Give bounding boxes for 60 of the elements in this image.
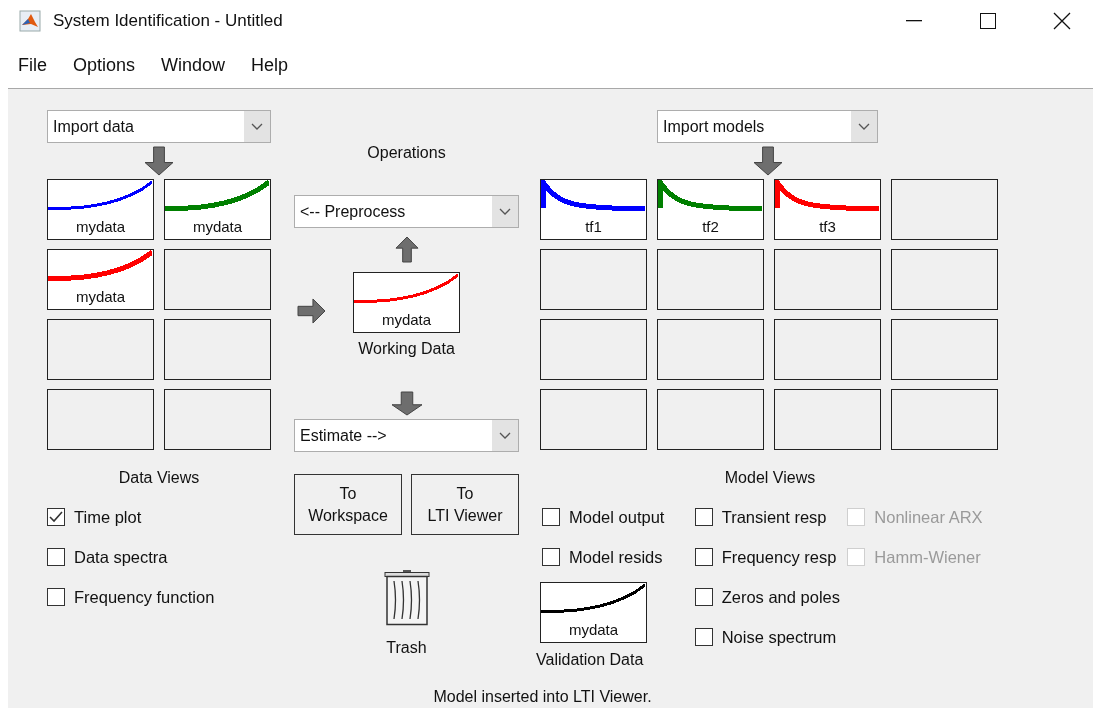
checkbox[interactable] (47, 508, 65, 526)
caret-icon (499, 208, 511, 215)
app-icon (19, 10, 41, 32)
model-tile[interactable]: tf1 (540, 179, 647, 240)
caret-icon (251, 123, 263, 130)
checkbox-label: Frequency function (74, 587, 215, 607)
checkbox-label: Data spectra (74, 547, 168, 567)
model-tile[interactable]: tf2 (657, 179, 764, 240)
trash-label: Trash (386, 639, 427, 657)
action-button[interactable]: To LTI Viewer (411, 474, 519, 535)
checkbox-label: Transient resp (721, 507, 827, 527)
section-label: Data Views (117, 468, 201, 488)
checkbox[interactable] (694, 588, 713, 606)
action-button[interactable]: To Workspace (294, 474, 402, 535)
maximize-icon[interactable] (980, 13, 996, 29)
caption: Working Data (358, 340, 455, 358)
checkbox[interactable] (694, 508, 713, 526)
checkbox-label: Frequency resp (721, 547, 837, 567)
arrow-down-icon (390, 391, 423, 416)
dropdown[interactable]: Import data (47, 110, 271, 143)
checkbox-label: Nonlinear ARX (874, 507, 983, 527)
trash-icon[interactable] (383, 569, 430, 626)
dropdown[interactable]: <-- Preprocess (294, 195, 519, 228)
data-tile[interactable]: mydata (47, 179, 154, 240)
checkbox[interactable] (47, 548, 65, 566)
checkbox[interactable] (694, 548, 713, 566)
data-tile[interactable]: mydata (47, 249, 154, 310)
model-tile[interactable]: tf3 (774, 179, 881, 240)
arrow-up-icon (394, 236, 419, 263)
checkbox-label: Model output (569, 507, 665, 527)
checkbox-label: Zeros and poles (721, 587, 840, 607)
menu-item[interactable]: File (10, 54, 55, 76)
arrow-down-icon (144, 146, 174, 176)
caret-icon (858, 123, 870, 130)
menu-item[interactable]: Options (65, 54, 144, 76)
checkbox[interactable] (47, 588, 65, 606)
checkbox[interactable] (694, 628, 713, 646)
caption: Validation Data (536, 651, 645, 669)
menu-item[interactable]: Window (153, 54, 234, 76)
window-title: System Identification - Untitled (53, 11, 284, 31)
checkbox[interactable] (542, 508, 560, 526)
status-message: Model inserted into LTI Viewer. (432, 688, 653, 706)
data-tile[interactable]: mydata (540, 582, 647, 643)
caret-icon (499, 432, 511, 439)
section-label: Operations (367, 143, 446, 163)
menu-item[interactable]: Help (243, 54, 297, 76)
checkbox-label: Time plot (74, 507, 142, 527)
checkbox-label: Noise spectrum (721, 627, 837, 647)
arrow-right-icon (297, 297, 326, 324)
dropdown[interactable]: Estimate --> (294, 419, 519, 452)
data-tile[interactable]: mydata (353, 272, 460, 333)
close-icon[interactable] (1053, 12, 1071, 30)
checkbox[interactable] (542, 548, 560, 566)
checkbox-label: Hamm-Wiener (874, 547, 981, 567)
dropdown[interactable]: Import models (657, 110, 878, 143)
arrow-down-icon (753, 146, 783, 176)
minimize-icon[interactable] (906, 20, 922, 22)
checkbox-label: Model resids (569, 547, 663, 567)
data-tile[interactable]: mydata (164, 179, 271, 240)
section-label: Model Views (723, 468, 817, 488)
